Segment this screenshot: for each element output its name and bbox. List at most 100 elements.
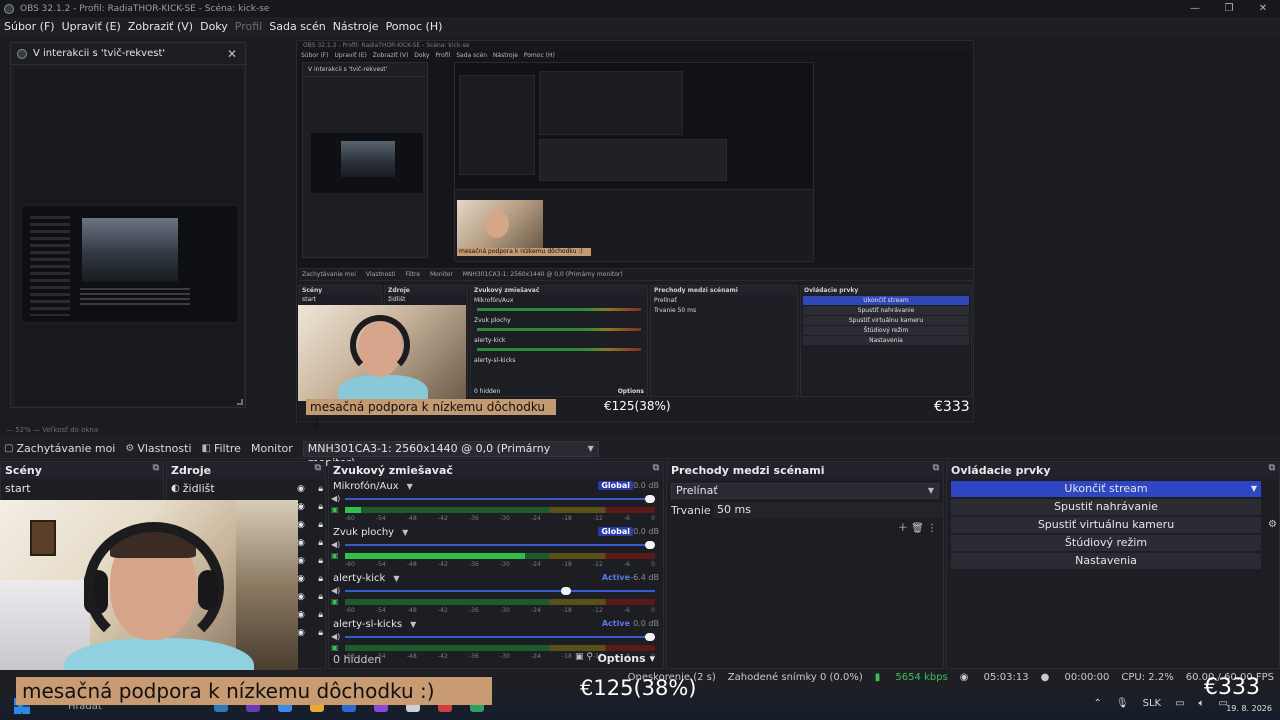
menu-docks[interactable]: Doky <box>200 20 228 33</box>
maximize-button[interactable]: ❐ <box>1212 0 1246 17</box>
stop-stream-label: Ukončiť stream <box>1064 482 1148 495</box>
lock-icon[interactable]: 🔒︎ <box>318 484 323 494</box>
stop-stream-button[interactable]: Ukončiť stream ▼ <box>951 481 1261 497</box>
meter-scale: -60 -54 -48 -42 -36 -30 -24 -18 -12 -6 0 <box>345 561 655 569</box>
eye-icon[interactable]: ◉ <box>297 592 305 602</box>
minimize-button[interactable]: — <box>1178 0 1212 17</box>
speaker-icon[interactable]: ◀) <box>331 632 340 641</box>
start-recording-button[interactable]: Spustiť nahrávanie <box>951 499 1261 515</box>
inner-menu-item: Pomoc (H) <box>523 52 555 59</box>
eye-icon[interactable]: ◉ <box>297 538 305 548</box>
undock-icon[interactable]: ⧉ <box>1269 463 1275 473</box>
menu-tools[interactable]: Nástroje <box>333 20 379 33</box>
track-name: alerty-kick <box>333 572 386 584</box>
chevron-down-icon[interactable]: ▼ <box>393 574 399 583</box>
filters-button[interactable]: ◧ Filtre <box>202 442 241 455</box>
duration-spinbox[interactable]: 50 ms <box>713 502 943 518</box>
volume-slider[interactable] <box>345 541 655 549</box>
lock-icon[interactable]: 🔒︎ <box>318 592 323 602</box>
menu-help[interactable]: Pomoc (H) <box>386 20 443 33</box>
volume-slider-knob[interactable] <box>645 495 655 503</box>
volume-slider[interactable] <box>345 587 655 595</box>
menu-file[interactable]: Súbor (F) <box>4 20 55 33</box>
meter-tick-label: -24 <box>531 607 541 614</box>
mixer-footer: 0 hidden ▣ ⚲ Options ▾ <box>329 650 663 668</box>
volume-slider[interactable] <box>345 495 655 503</box>
close-button[interactable]: ✕ <box>1246 0 1280 17</box>
inner-duration-label: Trvanie <box>654 307 676 314</box>
lock-icon[interactable]: 🔒︎ <box>318 502 323 512</box>
volume-slider[interactable] <box>345 633 655 641</box>
volume-slider-knob[interactable] <box>561 587 572 595</box>
monitor-select[interactable]: MNH301CA3-1: 2560x1440 @ 0,0 (Primárny m… <box>302 440 599 469</box>
language-indicator[interactable]: SLK <box>1143 698 1161 709</box>
window-controls: — ❐ ✕ <box>1178 0 1280 17</box>
lock-icon[interactable]: 🔒︎ <box>318 538 323 548</box>
capture-source-label: ▢ Zachytávanie moi <box>4 442 115 455</box>
lock-icon[interactable]: ▣ <box>331 597 339 606</box>
lock-icon[interactable]: 🔒︎ <box>318 628 323 638</box>
chevron-down-icon[interactable]: ▼ <box>410 620 416 629</box>
eye-icon[interactable]: ◉ <box>297 484 305 494</box>
scene-item[interactable]: start <box>1 479 163 499</box>
lock-icon[interactable]: 🔒︎ <box>318 556 323 566</box>
eye-icon[interactable]: ◉ <box>297 610 305 620</box>
close-icon[interactable]: ✕ <box>227 47 237 61</box>
start-virtual-camera-button[interactable]: Spustiť virtuálnu kameru ⚙ <box>951 517 1277 533</box>
menu-view[interactable]: Zobraziť (V) <box>128 20 193 33</box>
eye-icon[interactable]: ◉ <box>297 502 305 512</box>
gear-icon[interactable]: ⚙ <box>1268 517 1277 533</box>
volume-slider-knob[interactable] <box>645 541 655 549</box>
trash-icon[interactable]: 🗑︎ <box>911 523 924 534</box>
interact-browser-view[interactable] <box>15 69 243 405</box>
lock-icon[interactable]: ▣ <box>331 505 339 514</box>
lock-icon[interactable]: 🔒︎ <box>318 574 323 584</box>
speaker-icon[interactable]: ◀) <box>331 586 340 595</box>
source-item-label: židlišt <box>182 481 215 495</box>
options-button[interactable]: Options ▾ <box>597 652 655 665</box>
speaker-icon[interactable]: ◀) <box>331 540 340 549</box>
inner-webcam <box>298 305 466 401</box>
undock-icon[interactable]: ⧉ <box>315 463 321 473</box>
microphone-icon[interactable]: 🎙︎ <box>1116 698 1129 709</box>
studio-mode-button[interactable]: Štúdiový režim <box>951 535 1261 551</box>
properties-button[interactable]: ⚙ Vlastnosti <box>125 442 191 455</box>
volume-slider-knob[interactable] <box>645 633 655 641</box>
lock-icon[interactable]: ▣ <box>331 551 339 560</box>
title-bar: OBS 32.1.2 - Profil: RadiaTHOR-KICK-SE -… <box>0 0 1280 17</box>
meter-tick-label: -6 <box>624 561 630 568</box>
meter-tick-label: -60 <box>345 607 355 614</box>
eye-icon[interactable]: ◉ <box>297 574 305 584</box>
meter-tick-label: -60 <box>345 515 355 522</box>
resize-grip-icon[interactable] <box>237 399 243 405</box>
meter-tick-label: -12 <box>593 561 603 568</box>
settings-button[interactable]: Nastavenia <box>951 553 1261 569</box>
add-icon[interactable]: ＋ <box>898 523 908 534</box>
more-icon[interactable]: ⋮ <box>927 523 937 534</box>
eye-icon[interactable]: ◉ <box>297 628 305 638</box>
rec-time: 00:00:00 <box>1064 671 1110 683</box>
undock-icon[interactable]: ⧉ <box>653 463 659 473</box>
chevron-down-icon[interactable]: ▼ <box>407 482 413 491</box>
eye-icon[interactable]: ◉ <box>297 520 305 530</box>
transition-select[interactable]: Prelínať ▼ <box>671 483 939 499</box>
eye-icon[interactable]: ◉ <box>297 556 305 566</box>
nested-overlay-text: mesačná podpora k nízkemu dôchodku :) <box>457 248 591 256</box>
menu-profile[interactable]: Profil <box>235 20 262 33</box>
menu-edit[interactable]: Upraviť (E) <box>62 20 121 33</box>
chevron-down-icon[interactable]: ▼ <box>402 528 408 537</box>
speaker-icon[interactable]: ◀) <box>331 494 340 503</box>
undock-icon[interactable]: ⧉ <box>933 463 939 473</box>
inner-options: Options <box>617 388 644 395</box>
chevron-up-icon[interactable]: ⌃ <box>1094 698 1102 709</box>
lock-icon[interactable]: 🔒︎ <box>318 610 323 620</box>
mixer-layout-icons[interactable]: ▣ ⚲ <box>575 652 593 662</box>
taskbar-date[interactable]: 19. 8. 2026 <box>1226 704 1272 713</box>
undock-icon[interactable]: ⧉ <box>153 463 159 473</box>
lock-icon[interactable]: 🔒︎ <box>318 520 323 530</box>
chevron-down-icon[interactable]: ▼ <box>1251 481 1257 497</box>
network-icon[interactable]: ▭ <box>1175 698 1184 709</box>
meter-tick-label: -18 <box>562 561 572 568</box>
meter-tick-label: -24 <box>531 561 541 568</box>
menu-scene-collection[interactable]: Sada scén <box>269 20 325 33</box>
